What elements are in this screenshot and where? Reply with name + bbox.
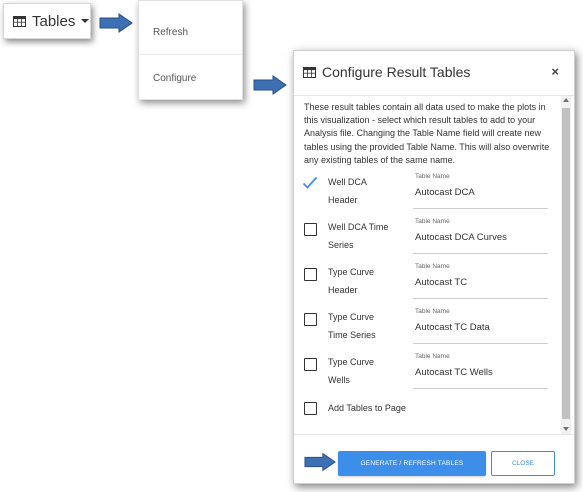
- table-name-input[interactable]: Autocast TC: [415, 277, 467, 288]
- input-underline: [413, 388, 548, 389]
- table-icon: [13, 15, 26, 27]
- table-name-input[interactable]: Autocast DCA Curves: [415, 232, 507, 243]
- table-row-well-dca-time-series: Well DCA Time Series Table Name Autocast…: [294, 216, 559, 261]
- menu-item-refresh[interactable]: Refresh: [153, 27, 188, 38]
- tables-dropdown-button[interactable]: Tables: [3, 3, 91, 39]
- table-name-caption: Table Name: [415, 353, 450, 360]
- table-name-input[interactable]: Autocast TC Data: [415, 322, 490, 333]
- arrow-right-icon: [304, 452, 336, 472]
- table-row-type-curve-time-series: Type Curve Time Series Table Name Autoca…: [294, 306, 559, 351]
- checkbox[interactable]: [304, 223, 317, 236]
- add-tables-to-page-label: Add Tables to Page: [328, 403, 406, 413]
- input-underline: [413, 343, 548, 344]
- checkbox[interactable]: [304, 358, 317, 371]
- table-icon: [303, 67, 316, 78]
- dialog-title: Configure Result Tables: [322, 64, 471, 80]
- close-button[interactable]: CLOSE: [491, 451, 555, 476]
- dialog-header: Configure Result Tables ×: [294, 51, 574, 96]
- table-name-caption: Table Name: [415, 263, 450, 270]
- checkbox-label: Well DCA Time Series: [328, 222, 389, 250]
- menu-item-configure[interactable]: Configure: [153, 73, 196, 84]
- checkbox[interactable]: [304, 402, 317, 415]
- arrow-right-icon: [253, 75, 287, 95]
- table-row-type-curve-wells: Type Curve Wells Table Name Autocast TC …: [294, 351, 559, 396]
- scroll-up-icon[interactable]: [563, 98, 569, 102]
- checkbox-label: Type Curve Time Series: [328, 312, 376, 340]
- table-name-input[interactable]: Autocast DCA: [415, 187, 475, 198]
- scroll-down-icon[interactable]: [563, 427, 569, 431]
- table-name-caption: Table Name: [415, 218, 450, 225]
- checkbox-label: Well DCA Header: [328, 177, 367, 205]
- configure-result-tables-dialog: Configure Result Tables × These result t…: [293, 50, 575, 484]
- checkmark-icon[interactable]: [302, 176, 318, 190]
- generate-refresh-tables-button[interactable]: GENERATE / REFRESH TABLES: [338, 451, 486, 476]
- table-row-well-dca-header: Well DCA Header Table Name Autocast DCA: [294, 171, 559, 216]
- close-icon[interactable]: ×: [551, 64, 559, 79]
- checkbox-label: Type Curve Header: [328, 267, 375, 295]
- scrollbar-thumb[interactable]: [562, 108, 570, 419]
- arrow-right-icon: [99, 13, 133, 33]
- dialog-body: These result tables contain all data use…: [294, 96, 574, 434]
- table-name-caption: Table Name: [415, 308, 450, 315]
- checkbox[interactable]: [304, 268, 317, 281]
- dialog-scrollbar[interactable]: [561, 96, 571, 434]
- caret-down-icon: [81, 19, 90, 23]
- checkbox-label: Type Curve Wells: [328, 357, 375, 385]
- checkbox[interactable]: [304, 313, 317, 326]
- add-tables-to-page-row: Add Tables to Page: [294, 399, 559, 419]
- menu-divider: [139, 54, 242, 55]
- tables-dropdown-menu: Refresh Configure: [138, 0, 243, 100]
- input-underline: [413, 298, 548, 299]
- table-name-caption: Table Name: [415, 173, 450, 180]
- input-underline: [413, 208, 548, 209]
- input-underline: [413, 253, 548, 254]
- dialog-footer: GENERATE / REFRESH TABLES CLOSE: [294, 434, 574, 485]
- tables-button-label: Tables: [32, 12, 76, 30]
- table-row-type-curve-header: Type Curve Header Table Name Autocast TC: [294, 261, 559, 306]
- dialog-description: These result tables contain all data use…: [304, 102, 550, 165]
- table-name-input[interactable]: Autocast TC Wells: [415, 367, 493, 378]
